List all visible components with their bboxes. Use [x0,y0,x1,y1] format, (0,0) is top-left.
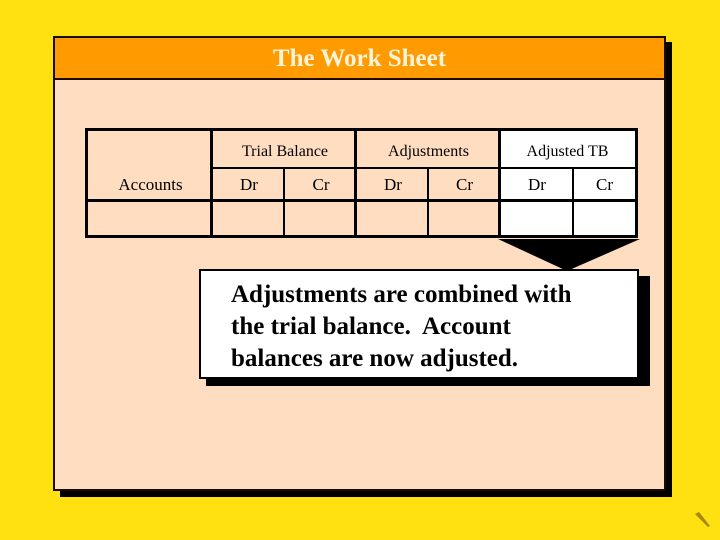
callout-line: balances are now adjusted. [231,345,519,372]
pencil-icon [695,512,710,527]
callout-line: the trial balance. Account [231,313,511,340]
callout-line: Adjustments are combined with [231,281,572,308]
slide-panel: The Work Sheet Accounts Trial Balance Ad… [53,36,666,491]
down-arrow-icon [498,239,640,271]
callout-box: Adjustments are combined with the trial … [199,269,639,379]
